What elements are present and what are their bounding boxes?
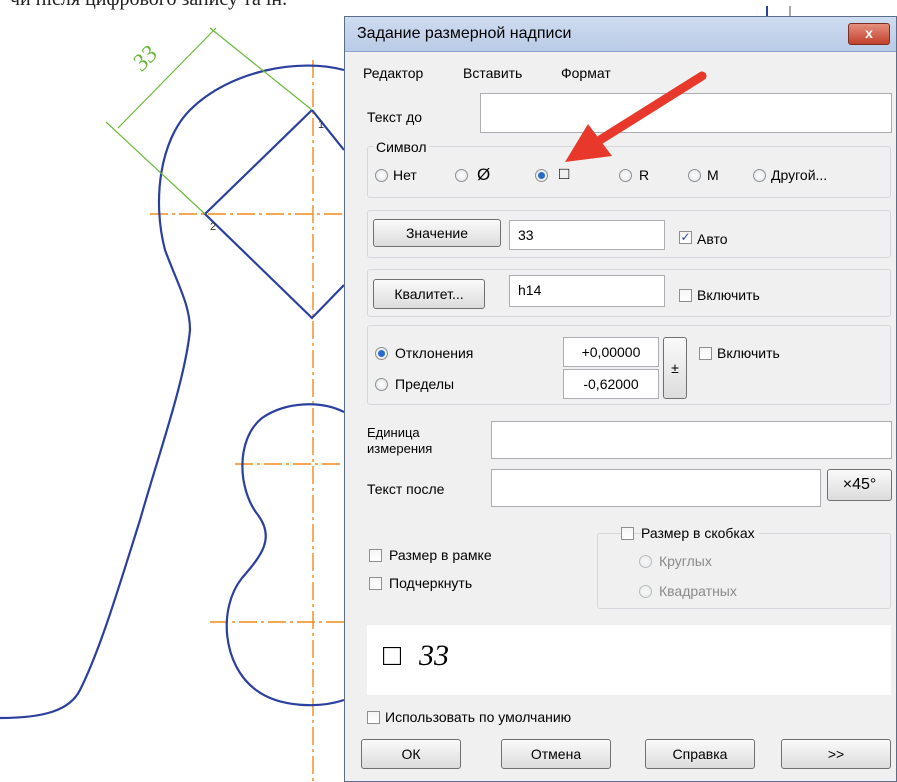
arrow-head <box>565 124 612 162</box>
arrow-shaft <box>595 71 707 145</box>
annotation-arrow <box>565 71 707 162</box>
